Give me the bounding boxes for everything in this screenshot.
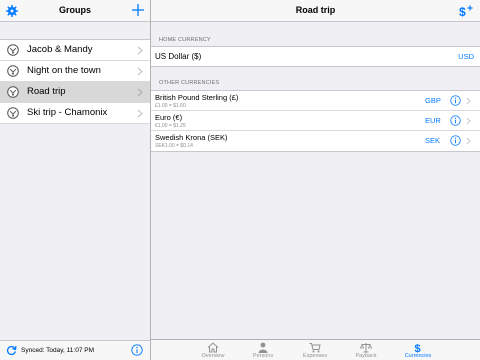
currency-name: Euro (€)	[155, 113, 183, 122]
chevron-right-icon	[466, 137, 471, 145]
chevron-right-icon	[137, 109, 143, 118]
group-icon	[7, 107, 19, 119]
currency-rate: SEK1.00 = $0.14	[155, 143, 193, 149]
tab-expenses[interactable]: Expenses	[290, 341, 340, 360]
tab-currencies[interactable]: $ Currencies	[393, 341, 443, 360]
chevron-right-icon	[137, 67, 143, 76]
svg-text:$: $	[459, 5, 466, 18]
group-item-ski-trip-chamonix[interactable]: Ski trip - Chamonix	[0, 103, 150, 124]
chevron-right-icon	[137, 88, 143, 97]
currency-rate: €1.00 = $1.25	[155, 123, 186, 129]
group-icon	[7, 86, 19, 98]
currency-name: Swedish Krona (SEK)	[155, 133, 228, 142]
other-currencies-list: British Pound Sterling (£) £1.00 = $1.60…	[151, 90, 480, 152]
tab-payback[interactable]: Payback	[341, 341, 391, 360]
chevron-right-icon	[137, 46, 143, 55]
group-icon	[7, 44, 19, 56]
page-title: Road trip	[295, 5, 336, 15]
tab-label: Currencies	[404, 353, 432, 359]
tab-label: Payback	[355, 353, 377, 359]
group-item-night-on-the-town[interactable]: Night on the town	[0, 61, 150, 82]
groups-header: Groups	[0, 0, 150, 22]
add-group-icon[interactable]	[131, 3, 145, 17]
tab-label: Overview	[201, 353, 225, 359]
info-icon[interactable]	[450, 95, 461, 106]
group-label: Road trip	[27, 86, 66, 97]
group-list: Jacob & Mandy Night on the town Road tri	[0, 39, 150, 124]
svg-text:$: $	[415, 343, 421, 353]
groups-title: Groups	[58, 5, 91, 15]
person-icon	[258, 342, 268, 353]
currency-code: GBP	[425, 96, 441, 105]
group-label: Jacob & Mandy	[27, 44, 93, 55]
add-currency-icon[interactable]: $	[458, 4, 474, 18]
other-currencies-section-label: OTHER CURRENCIES	[159, 80, 220, 86]
chevron-right-icon	[466, 117, 471, 125]
group-label: Ski trip - Chamonix	[27, 107, 108, 118]
home-currency-name: US Dollar ($)	[155, 52, 202, 61]
dollar-icon: $	[415, 343, 421, 353]
sync-icon[interactable]	[6, 345, 17, 356]
group-item-road-trip[interactable]: Road trip	[0, 82, 150, 103]
home-currency-section-label: HOME CURRENCY	[159, 37, 211, 43]
info-icon[interactable]	[450, 135, 461, 146]
currencies-pane: Road trip $ HOME CURRENCY US Dollar ($) …	[151, 0, 480, 360]
currency-code: SEK	[425, 136, 441, 145]
home-currency-code: USD	[458, 52, 474, 61]
currency-row-sek[interactable]: Swedish Krona (SEK) SEK1.00 = $0.14 SEK	[151, 131, 480, 151]
currency-rate: £1.00 = $1.60	[155, 103, 186, 109]
tab-bar: Overview Persons Expenses Payback $ Curr…	[151, 339, 480, 360]
group-label: Night on the town	[27, 65, 101, 76]
groups-pane: Groups Jacob & Mandy Night on the town R…	[0, 0, 150, 360]
currency-row-gbp[interactable]: British Pound Sterling (£) £1.00 = $1.60…	[151, 91, 480, 111]
chevron-right-icon	[466, 97, 471, 105]
currency-row-eur[interactable]: Euro (€) €1.00 = $1.25 EUR	[151, 111, 480, 131]
info-icon[interactable]	[131, 344, 143, 356]
sync-footer: Synced: Today, 11:07 PM	[0, 340, 150, 360]
tab-overview[interactable]: Overview	[188, 341, 238, 360]
tab-label: Persons	[252, 353, 274, 359]
currencies-header: Road trip $	[151, 0, 480, 22]
tab-label: Expenses	[302, 353, 328, 359]
tab-persons[interactable]: Persons	[238, 341, 288, 360]
home-currency-row[interactable]: US Dollar ($) USD	[151, 46, 480, 67]
group-item-jacob-mandy[interactable]: Jacob & Mandy	[0, 40, 150, 61]
currency-code: EUR	[425, 116, 441, 125]
info-icon[interactable]	[450, 115, 461, 126]
currency-name: British Pound Sterling (£)	[155, 93, 239, 102]
home-icon	[207, 342, 219, 353]
sync-status: Synced: Today, 11:07 PM	[21, 347, 94, 354]
cart-icon	[309, 343, 321, 353]
scales-icon	[360, 343, 372, 353]
group-icon	[7, 65, 19, 77]
